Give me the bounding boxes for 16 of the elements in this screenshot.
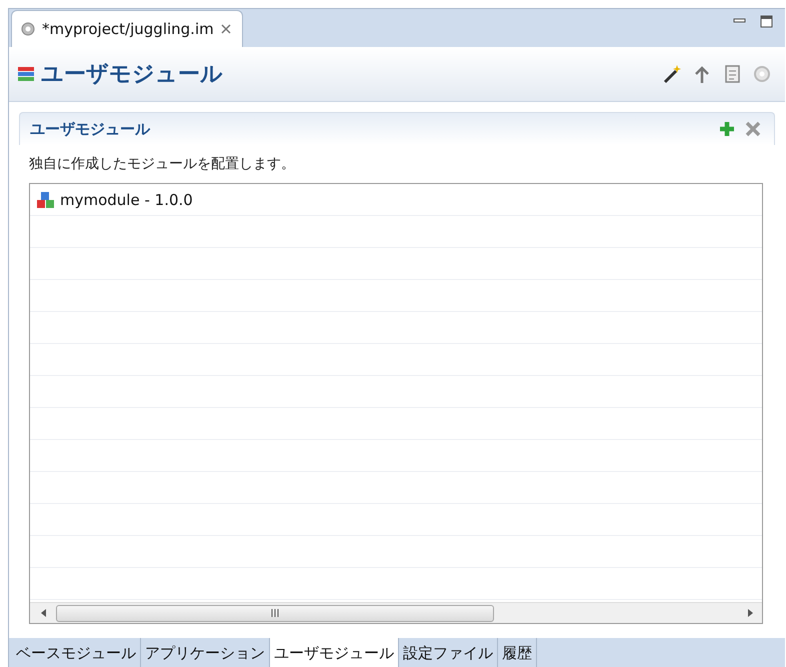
stack-icon — [17, 66, 35, 82]
module-item[interactable]: mymodule - 1.0.0 — [30, 184, 762, 215]
blocks-icon — [36, 190, 56, 208]
section-description: 独自に作成したモジュールを配置します。 — [28, 155, 296, 174]
add-icon[interactable] — [718, 120, 736, 138]
editor-tab[interactable]: *myproject/juggling.im — [11, 10, 243, 47]
section-title: ユーザモジュール — [30, 120, 150, 138]
delete-icon[interactable] — [744, 120, 762, 138]
scroll-thumb[interactable] — [56, 604, 494, 622]
horizontal-scrollbar[interactable] — [30, 602, 762, 623]
grip-icon — [270, 609, 280, 617]
maximize-icon[interactable] — [760, 14, 773, 28]
wand-icon[interactable] — [661, 63, 683, 85]
page-tab[interactable]: ユーザモジュール — [270, 638, 399, 667]
close-icon[interactable] — [220, 23, 232, 35]
page-title: ユーザモジュール — [41, 61, 224, 89]
